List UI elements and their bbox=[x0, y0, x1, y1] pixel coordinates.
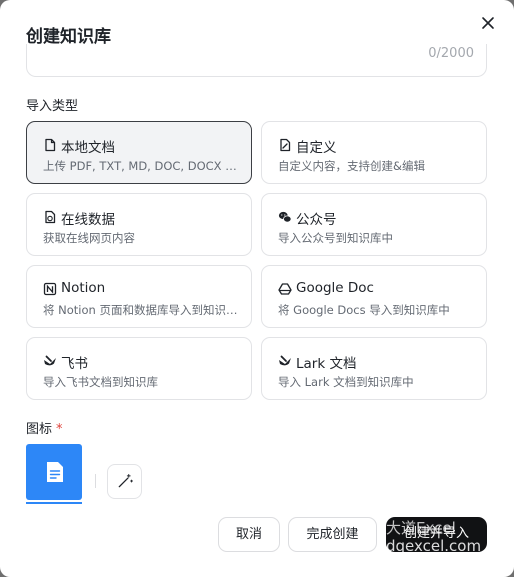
cancel-button[interactable]: 取消 bbox=[218, 517, 280, 552]
notion-icon bbox=[43, 282, 57, 296]
card-description: 将 Notion 页面和数据库导入到知识库中 bbox=[43, 303, 239, 317]
card-title: 自定义 bbox=[296, 140, 337, 156]
card-description: 自定义内容，支持创建&编辑 bbox=[278, 159, 425, 173]
card-title: Google Doc bbox=[296, 280, 374, 296]
wechat-icon bbox=[278, 211, 292, 223]
card-title: Notion bbox=[61, 280, 106, 296]
description-textarea[interactable]: 0/2000 bbox=[26, 44, 487, 77]
required-mark: * bbox=[56, 422, 63, 437]
finish-create-button[interactable]: 完成创建 bbox=[288, 517, 377, 552]
feishu-icon bbox=[44, 355, 56, 366]
edit-file-icon bbox=[280, 138, 291, 152]
char-counter: 0/2000 bbox=[428, 46, 474, 61]
card-title: 在线数据 bbox=[61, 212, 115, 228]
import-card-lark[interactable]: Lark 文档 导入 Lark 文档到知识库中 bbox=[261, 337, 487, 400]
icon-label-text: 图标 bbox=[26, 422, 53, 437]
watermark-line-2: dqexcel.com bbox=[386, 537, 482, 555]
web-file-icon bbox=[45, 210, 56, 224]
card-title: 本地文档 bbox=[61, 140, 115, 156]
card-description: 获取在线网页内容 bbox=[43, 231, 135, 245]
lark-icon bbox=[279, 355, 291, 366]
create-knowledge-base-dialog: 创建知识库 0/2000 导入类型 本地文档 上传 PDF, TXT, MD, … bbox=[0, 0, 514, 577]
file-icon bbox=[45, 138, 56, 152]
card-description: 上传 PDF, TXT, MD, DOC, DOCX 格式的本地文件 bbox=[43, 159, 239, 173]
card-title: 公众号 bbox=[296, 212, 337, 228]
icon-selected-indicator bbox=[26, 502, 82, 504]
close-icon[interactable] bbox=[479, 14, 497, 32]
knowledge-base-icon-picker[interactable] bbox=[26, 444, 82, 500]
google-drive-icon bbox=[278, 283, 292, 295]
card-description: 导入 Lark 文档到知识库中 bbox=[278, 375, 414, 389]
card-title: Lark 文档 bbox=[296, 356, 357, 372]
import-card-feishu[interactable]: 飞书 导入飞书文档到知识库 bbox=[26, 337, 252, 400]
import-type-label: 导入类型 bbox=[26, 99, 79, 114]
watermark-line-1: 大道Excel bbox=[386, 519, 456, 537]
magic-wand-icon bbox=[118, 473, 133, 488]
import-card-notion[interactable]: Notion 将 Notion 页面和数据库导入到知识库中 bbox=[26, 265, 252, 328]
import-card-custom[interactable]: 自定义 自定义内容，支持创建&编辑 bbox=[261, 121, 487, 184]
watermark: 大道Excel dqexcel.com bbox=[386, 519, 481, 555]
import-card-local-document[interactable]: 本地文档 上传 PDF, TXT, MD, DOC, DOCX 格式的本地文件 bbox=[26, 121, 252, 184]
generate-icon-button[interactable] bbox=[107, 464, 142, 499]
import-card-online-data[interactable]: 在线数据 获取在线网页内容 bbox=[26, 193, 252, 256]
card-description: 导入飞书文档到知识库 bbox=[43, 375, 158, 389]
divider bbox=[95, 474, 96, 488]
icon-field-label: 图标 * bbox=[26, 418, 63, 437]
import-card-google-doc[interactable]: Google Doc 将 Google Docs 导入到知识库中 bbox=[261, 265, 487, 328]
document-icon bbox=[47, 462, 63, 482]
import-card-wechat-official[interactable]: 公众号 导入公众号到知识库中 bbox=[261, 193, 487, 256]
card-title: 飞书 bbox=[61, 356, 88, 372]
card-description: 导入公众号到知识库中 bbox=[278, 231, 393, 245]
card-description: 将 Google Docs 导入到知识库中 bbox=[278, 303, 450, 317]
